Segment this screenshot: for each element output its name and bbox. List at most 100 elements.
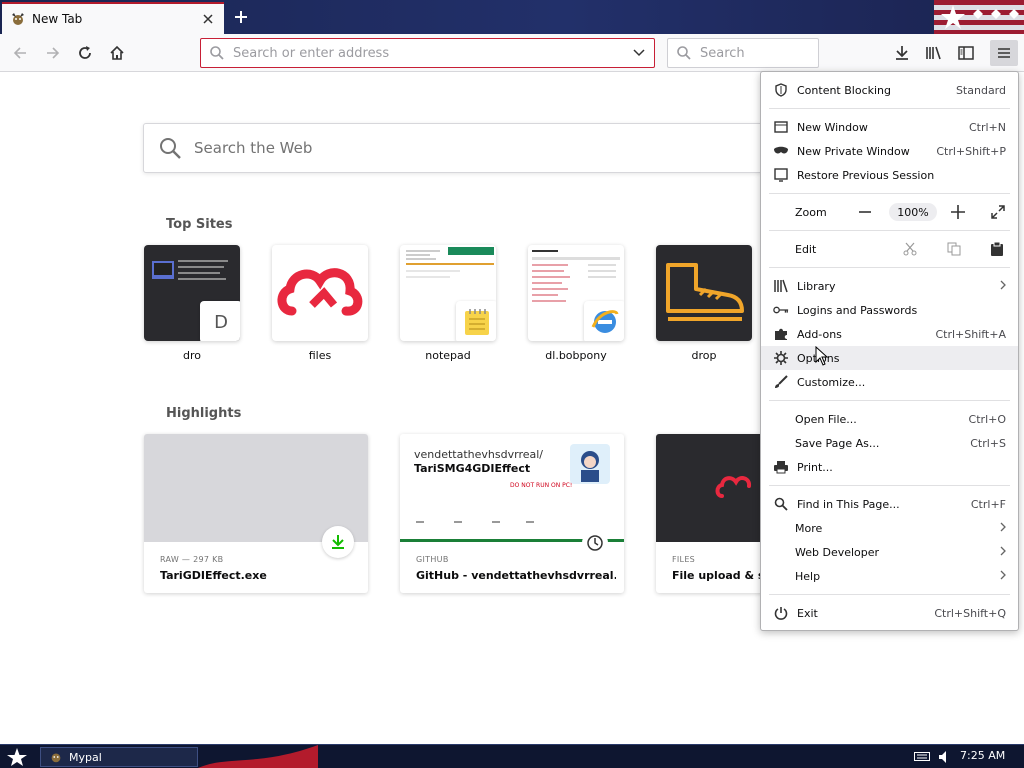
open-menu-button[interactable]: [990, 40, 1018, 66]
copy-icon[interactable]: [947, 242, 963, 256]
taskbar-item-label: Mypal: [69, 750, 102, 764]
mouse-cursor-icon: [815, 346, 829, 366]
web-search-box[interactable]: Search the Web: [143, 123, 763, 173]
menu-new-private-window[interactable]: New Private Window Ctrl+Shift+P: [761, 139, 1018, 163]
top-site-tile[interactable]: files: [272, 245, 368, 362]
sidebar-button[interactable]: [952, 40, 980, 66]
address-bar[interactable]: Search or enter address: [200, 38, 655, 68]
restore-session-icon: [773, 167, 789, 183]
mypal-favicon-icon: [10, 11, 26, 27]
search-icon: [773, 496, 789, 512]
avatar: [570, 444, 610, 484]
site-screenshot: [528, 245, 624, 341]
chevron-right-icon: [1000, 546, 1006, 559]
top-site-tile[interactable]: drop: [656, 245, 752, 362]
highlight-card[interactable]: vendettathevhsdvrreal/ TariSMG4GDIEffect…: [400, 434, 624, 593]
menu-separator: [769, 108, 1010, 109]
power-icon: [773, 605, 789, 621]
hamburger-menu-icon: [998, 48, 1010, 58]
back-arrow-icon: [13, 47, 26, 59]
start-button[interactable]: [6, 747, 28, 767]
menu-more[interactable]: More: [761, 516, 1018, 540]
library-icon: [773, 278, 789, 294]
site-label: notepad: [425, 349, 471, 362]
top-site-tile[interactable]: D dro: [144, 245, 240, 362]
reload-button[interactable]: [70, 38, 100, 68]
menu-new-window[interactable]: New Window Ctrl+N: [761, 115, 1018, 139]
search-icon: [677, 46, 691, 60]
menu-find-in-page[interactable]: Find in This Page... Ctrl+F: [761, 492, 1018, 516]
zoom-in-button[interactable]: [950, 204, 966, 220]
highlights-heading: Highlights: [166, 406, 242, 421]
highlight-card[interactable]: RAW — 297 KB TariGDIEffect.exe: [144, 434, 368, 593]
key-icon: [773, 302, 789, 318]
library-button[interactable]: [920, 40, 948, 66]
menu-help[interactable]: Help: [761, 564, 1018, 588]
boot-icon: [666, 263, 744, 321]
taskbar-item-mypal[interactable]: Mypal: [40, 747, 198, 767]
private-mask-icon: [773, 143, 789, 159]
search-placeholder: Search: [700, 45, 745, 61]
volume-icon[interactable]: [938, 750, 950, 764]
site-label: drop: [691, 349, 717, 362]
menu-content-blocking[interactable]: Content Blocking Standard: [761, 78, 1018, 102]
zoom-reset-button[interactable]: 100%: [889, 203, 937, 221]
menu-open-file[interactable]: Open File... Ctrl+O: [761, 407, 1018, 431]
theme-ornament-icon: [1009, 9, 1019, 19]
site-label: dl.bobpony: [545, 349, 607, 362]
taskbar-clock[interactable]: 7:25 AM: [960, 749, 1005, 762]
keyboard-tray-icon[interactable]: [914, 750, 930, 762]
search-bar[interactable]: Search: [667, 38, 819, 68]
cloud-logo-icon: [715, 476, 752, 498]
top-site-tile[interactable]: dl.bobpony: [528, 245, 624, 362]
card-title: GitHub - vendettathevhsdvrreal...: [416, 569, 616, 582]
menu-options[interactable]: Options: [761, 346, 1018, 370]
top-site-tile[interactable]: notepad: [400, 245, 496, 362]
menu-library[interactable]: Library: [761, 274, 1018, 298]
site-screenshot: D: [144, 245, 240, 341]
sidebar-icon: [958, 46, 974, 60]
menu-restore-session[interactable]: Restore Previous Session: [761, 163, 1018, 187]
tab-new-tab[interactable]: New Tab: [2, 2, 224, 34]
repo-stats-icons: [416, 521, 534, 523]
cut-icon[interactable]: [903, 242, 919, 256]
chevron-right-icon: [1000, 570, 1006, 583]
chevron-right-icon: [1000, 522, 1006, 535]
new-tab-button[interactable]: [230, 6, 252, 28]
download-badge-icon: [322, 526, 354, 558]
forward-button[interactable]: [38, 38, 68, 68]
repo-description: DO NOT RUN ON PC!: [510, 482, 573, 489]
url-dropdown-chevron-icon[interactable]: [624, 39, 654, 67]
home-button[interactable]: [102, 38, 132, 68]
download-icon: [896, 46, 908, 60]
menu-addons[interactable]: Add-ons Ctrl+Shift+A: [761, 322, 1018, 346]
menu-separator: [769, 230, 1010, 231]
library-icon: [926, 46, 941, 60]
shield-icon: [773, 82, 789, 98]
taskbar: Mypal 7:25 AM: [0, 744, 1024, 768]
menu-save-page[interactable]: Save Page As... Ctrl+S: [761, 431, 1018, 455]
mypal-app-icon: [51, 753, 61, 763]
site-screenshot: [400, 245, 496, 341]
menu-logins[interactable]: Logins and Passwords: [761, 298, 1018, 322]
notepad-icon: [456, 301, 496, 341]
search-icon: [210, 46, 224, 60]
menu-print[interactable]: Print...: [761, 455, 1018, 479]
back-button[interactable]: [5, 38, 35, 68]
downloads-button[interactable]: [888, 40, 916, 66]
paste-icon[interactable]: [990, 241, 1006, 257]
menu-customize[interactable]: Customize...: [761, 370, 1018, 394]
close-tab-icon[interactable]: [200, 11, 216, 27]
menu-exit[interactable]: Exit Ctrl+Shift+Q: [761, 601, 1018, 625]
menu-web-developer[interactable]: Web Developer: [761, 540, 1018, 564]
menu-separator: [769, 400, 1010, 401]
site-logo: [272, 245, 368, 341]
zoom-out-button[interactable]: [857, 206, 873, 218]
site-label: files: [308, 349, 332, 362]
clock-icon: [582, 530, 608, 556]
fullscreen-button[interactable]: [990, 204, 1006, 220]
card-context: RAW — 297 KB: [160, 555, 224, 564]
site-letter-badge: D: [200, 301, 240, 341]
paintbrush-icon: [773, 374, 789, 390]
cloud-logo-icon: [277, 268, 363, 316]
